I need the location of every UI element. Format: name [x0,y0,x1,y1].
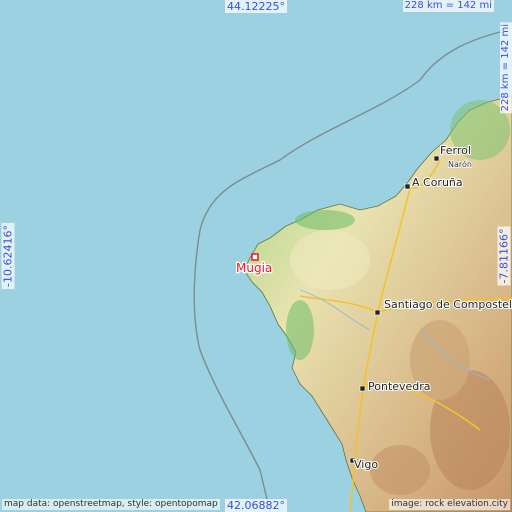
south-coordinate: 42.06882° [225,499,287,512]
image-attribution: image: rock elevation.city [389,499,510,510]
map-attribution: map data: openstreetmap, style: opentopo… [2,499,220,510]
scale-vertical: 228 km = 142 mi [500,22,512,114]
label-vigo: Vigo [354,458,378,471]
topographic-map: Ferrol Narón A Coruña Mugia Santiago de … [0,0,512,512]
east-coordinate: -7.81166° [497,226,511,286]
label-a-coruna: A Coruña [412,176,463,189]
scale-horizontal: 228 km = 142 mi [402,0,494,12]
north-coordinate: 44.12225° [225,0,287,13]
label-pontevedra: Pontevedra [368,380,431,393]
mugia-marker [251,253,259,261]
label-naron: Narón [448,159,472,169]
label-santiago: Santiago de Compostela [384,298,512,311]
label-ferrol: Ferrol [440,144,471,157]
west-coordinate: -10.62416° [1,223,15,289]
label-mugia: Mugia [236,261,272,275]
